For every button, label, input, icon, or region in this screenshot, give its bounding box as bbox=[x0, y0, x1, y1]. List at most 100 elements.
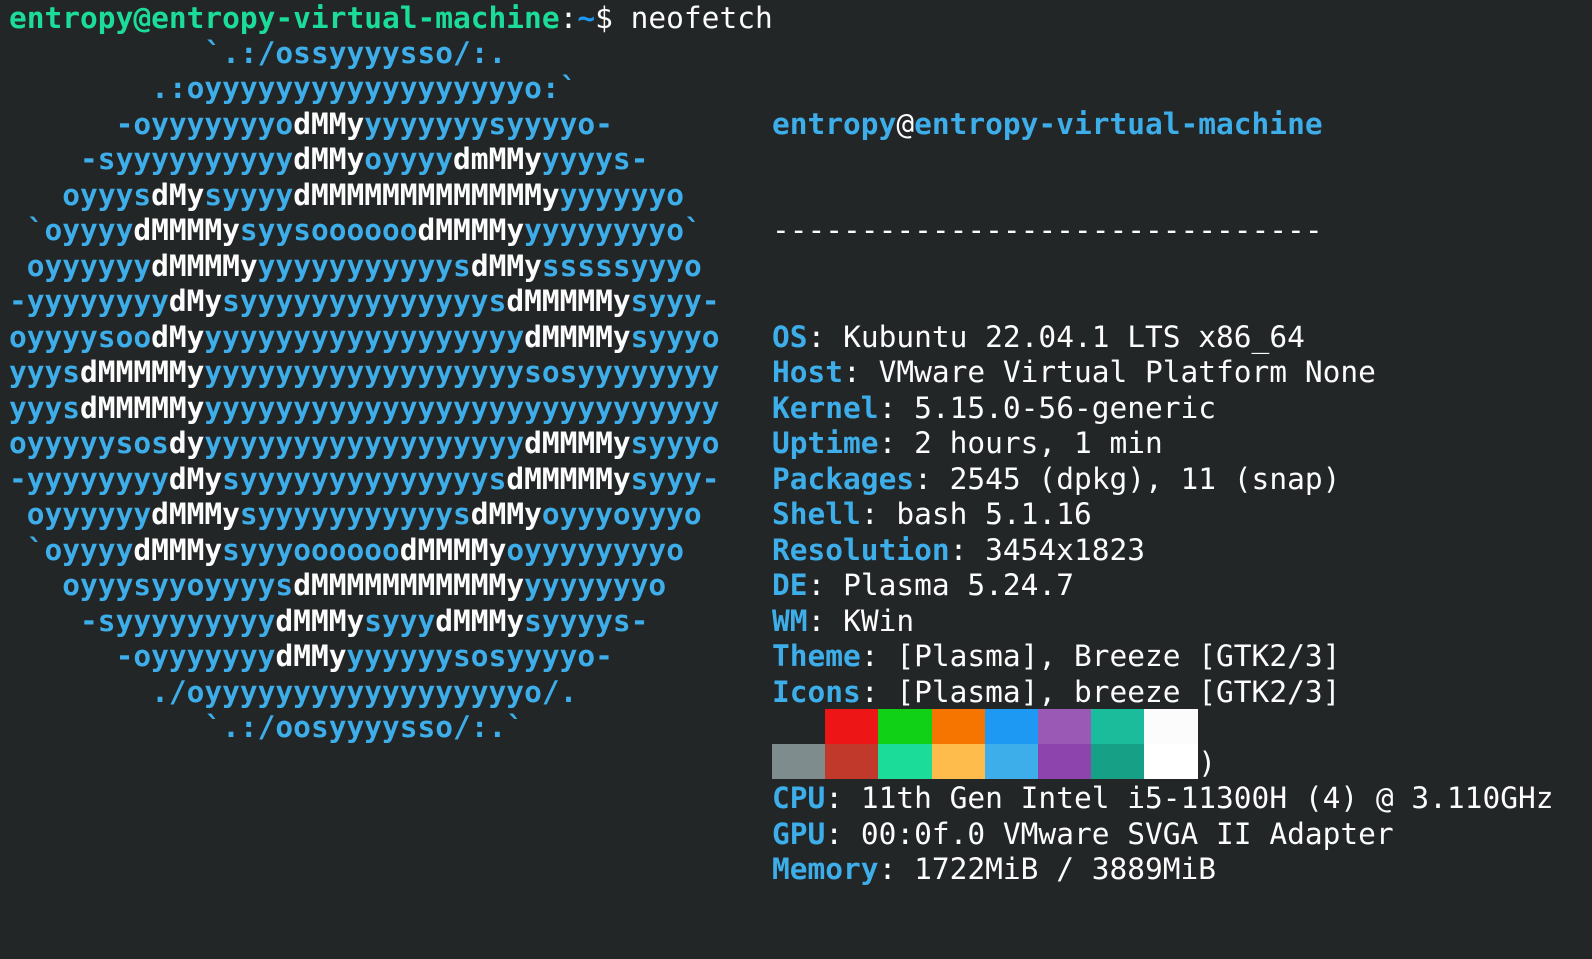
logo-line: -oyyyyyyydMMyyyyyyysosyyyyo- bbox=[9, 639, 719, 675]
logo-segment: dMMy bbox=[293, 142, 365, 176]
palette-bright-swatch bbox=[984, 744, 1038, 779]
logo-line: ./oyyyyyyyyyyyyyyyyyyo/. bbox=[9, 675, 719, 711]
info-row: Uptime: 2 hours, 1 min bbox=[772, 426, 1554, 462]
logo-segment: dMy bbox=[151, 319, 205, 354]
shell-prompt: entropy@entropy-virtual-machine:~$ neofe… bbox=[9, 0, 773, 36]
logo-line: yyysdMMMMMyyyyyyyyyyyyyyyyyyyyyyyyyyyyyy bbox=[9, 391, 719, 427]
logo-segment: dy bbox=[168, 426, 205, 460]
logo-segment: dMMMMy bbox=[133, 213, 240, 247]
info-key: Memory bbox=[772, 852, 879, 886]
logo-segment: dMMMMy bbox=[399, 532, 507, 567]
palette-bright-swatch bbox=[825, 744, 879, 779]
logo-segment: dMMy bbox=[470, 248, 542, 283]
info-value: 00:0f.0 VMware SVGA II Adapter bbox=[860, 816, 1394, 851]
logo-line: `oyyyydMMMysyyyoooooodMMMMyoyyyyyyyyo bbox=[9, 533, 719, 569]
info-value: 2 hours, 1 min bbox=[914, 426, 1163, 460]
logo-segment: yyyyyyyyo` bbox=[524, 213, 702, 247]
logo-segment: yyyyyyyyyyyyyyyyyysosyyyyyyyy bbox=[204, 355, 720, 389]
logo-segment: `oyyyy bbox=[26, 213, 134, 247]
logo-segment: -oyyyyyyy bbox=[115, 639, 276, 673]
logo-segment: dMMMMy bbox=[524, 426, 631, 460]
logo-segment: syyyyyyyyyyyyyys bbox=[222, 284, 507, 318]
logo-segment: yyys bbox=[9, 355, 81, 389]
logo-segment: -syyyyyyyyyy bbox=[80, 142, 294, 176]
info-row: DE: Plasma 5.24.7 bbox=[772, 568, 1554, 604]
palette-bright-swatch bbox=[1144, 744, 1198, 779]
logo-segment: dMMMMMMMMMMMMMy bbox=[293, 177, 560, 212]
logo-segment: oyyyyyy bbox=[26, 248, 152, 283]
info-separator-line: ------------------------------- bbox=[772, 213, 1323, 247]
logo-line: oyyysdMysyyyydMMMMMMMMMMMMMyyyyyyyo bbox=[9, 178, 719, 214]
info-row: WM: KWin bbox=[772, 604, 1554, 640]
info-key-separator: : bbox=[878, 852, 915, 886]
info-key-separator: : bbox=[878, 426, 915, 460]
logo-segment: .:oyyyyyyyyyyyyyyyyyyo:` bbox=[151, 71, 578, 105]
logo-segment: dMMMMMMMMMMMy bbox=[293, 568, 525, 602]
prompt-command: neofetch bbox=[630, 1, 773, 35]
logo-segment: syyy- bbox=[630, 461, 720, 496]
logo-segment: syyyys- bbox=[524, 603, 649, 638]
logo-segment: dMy bbox=[151, 177, 205, 212]
info-key-separator: : bbox=[807, 319, 844, 354]
info-key: Uptime bbox=[772, 426, 879, 460]
logo-segment: oyyyysoo bbox=[9, 319, 152, 354]
prompt-separator: : bbox=[559, 1, 578, 35]
logo-line: yyysdMMMMMyyyyyyyyyyyyyyyyyyysosyyyyyyyy bbox=[9, 355, 719, 391]
palette-bright-swatch bbox=[1037, 744, 1092, 779]
logo-segment: dMy bbox=[168, 284, 223, 318]
terminal-window[interactable]: entropy@entropy-virtual-machine:~$ neofe… bbox=[0, 0, 1592, 886]
logo-segment: syyyo bbox=[630, 426, 720, 460]
palette-bright-swatch bbox=[878, 744, 932, 779]
logo-segment: dMMMMMy bbox=[506, 284, 631, 318]
logo-segment: dMMMy bbox=[435, 603, 525, 638]
logo-segment: `.:/ossyyyysso/:. bbox=[204, 35, 507, 70]
logo-line: oyyysyyoyyyysdMMMMMMMMMMMyyyyyyyyo bbox=[9, 568, 719, 604]
logo-segment: yyyyyysosyyyyo- bbox=[346, 639, 613, 673]
logo-segment: dmMMy bbox=[453, 142, 542, 176]
palette-bright-swatch bbox=[931, 744, 985, 779]
logo-line: oyyyyyydMMMysyyyyyyyyyyysdMMyoyyyoyyyo bbox=[9, 497, 719, 533]
logo-line: -syyyyyyyyydMMMysyyydMMMysyyyys- bbox=[9, 604, 719, 640]
palette-bright-swatch bbox=[1091, 744, 1145, 779]
logo-segment: oyyyy bbox=[364, 142, 454, 176]
logo-segment: dMy bbox=[168, 461, 223, 496]
palette-row-bright bbox=[772, 744, 1198, 779]
info-value: Kubuntu 22.04.1 LTS x86_64 bbox=[843, 319, 1305, 354]
info-key-separator: : bbox=[860, 497, 897, 531]
info-key: WM bbox=[772, 603, 808, 638]
palette-normal-swatch bbox=[931, 709, 985, 744]
logo-segment: dMMMMMy bbox=[80, 390, 205, 425]
info-row: GPU: 00:0f.0 VMware SVGA II Adapter bbox=[772, 817, 1554, 853]
logo-segment: oyyyyyy bbox=[26, 497, 152, 531]
logo-segment: oyyys bbox=[62, 177, 152, 212]
logo-line: oyyyysoodMyyyyyyyyyyyyyyyyyyydMMMMysyyyo bbox=[9, 320, 719, 356]
info-value: 5.15.0-56-generic bbox=[914, 390, 1217, 425]
logo-segment: syyy- bbox=[630, 284, 720, 318]
info-row: CPU: 11th Gen Intel i5-11300H (4) @ 3.11… bbox=[772, 781, 1554, 817]
info-key-separator: : bbox=[825, 781, 861, 815]
info-key: OS bbox=[772, 319, 808, 354]
logo-segment: yyyyyyyyyyyyyyyyyy bbox=[204, 426, 525, 460]
logo-segment: dMMMy bbox=[133, 532, 223, 567]
info-value: Plasma 5.24.7 bbox=[843, 568, 1074, 602]
logo-line: .:oyyyyyyyyyyyyyyyyyyo:` bbox=[9, 71, 719, 107]
distro-ascii-logo: `.:/ossyyyysso/:. .:oyyyyyyyyyyyyyyyyyyo… bbox=[9, 36, 719, 746]
logo-segment: `oyyyy bbox=[26, 532, 134, 567]
logo-line: `oyyyydMMMMysyysoooooodMMMMyyyyyyyyyo` bbox=[9, 213, 719, 249]
info-header: entropy@entropy-virtual-machine bbox=[772, 107, 1554, 143]
logo-line: `.:/oosyyyysso/:.` bbox=[9, 710, 719, 746]
palette-normal-swatch bbox=[825, 709, 879, 744]
logo-segment: oyyyyyyyyo bbox=[506, 532, 684, 567]
info-key: Theme bbox=[772, 639, 861, 673]
logo-segment: dMMy bbox=[470, 497, 542, 531]
logo-segment: -yyyyyyyy bbox=[9, 284, 169, 318]
logo-segment: yyyyyyyyyyyyyyyyyy bbox=[204, 319, 525, 354]
info-header-host: entropy-virtual-machine bbox=[914, 106, 1323, 141]
info-value: VMware Virtual Platform None bbox=[878, 355, 1376, 389]
prompt-path: ~ bbox=[577, 1, 596, 35]
palette-normal-swatch bbox=[1037, 709, 1092, 744]
info-value: bash 5.1.16 bbox=[896, 497, 1092, 531]
info-row: Memory: 1722MiB / 3889MiB bbox=[772, 852, 1554, 888]
info-value: 11th Gen Intel i5-11300H (4) @ 3.110GHz bbox=[860, 781, 1554, 815]
logo-segment: yyyyyyysyyyyo- bbox=[364, 106, 613, 141]
